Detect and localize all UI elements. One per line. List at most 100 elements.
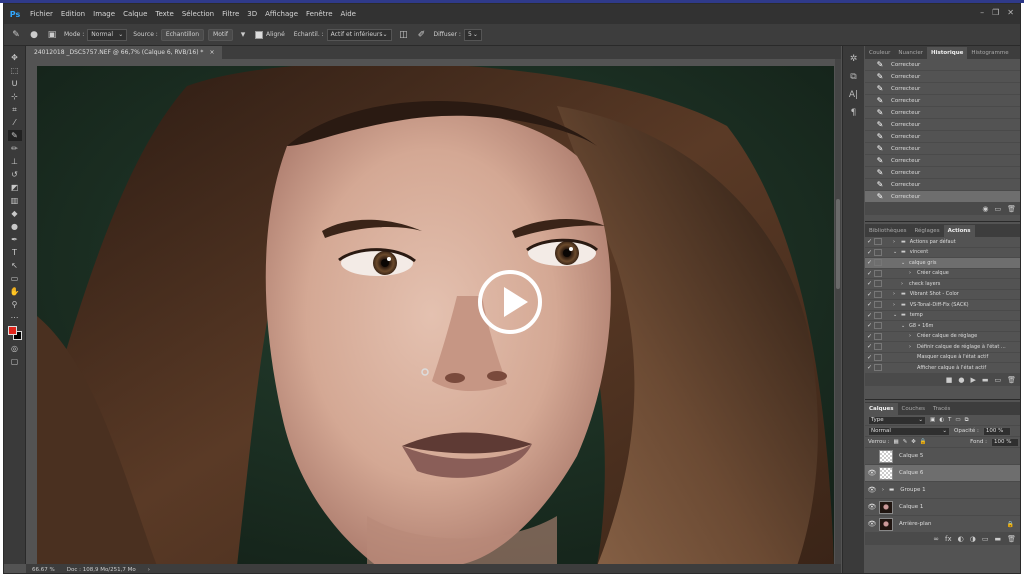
ignore-adjustment-icon[interactable]: ◫: [398, 29, 410, 41]
action-dialog-toggle[interactable]: [874, 280, 882, 288]
tab-bibliotheques[interactable]: Bibliothèques: [865, 225, 910, 237]
more-tools-icon[interactable]: ⋯: [8, 312, 22, 323]
new-group-icon[interactable]: ▭: [982, 535, 989, 543]
action-item[interactable]: ✓ › ▬ VS-Tonal-Diff-Fix (SACK): [865, 300, 1020, 311]
brush-tool-icon[interactable]: ✏: [8, 143, 22, 154]
gradient-tool-icon[interactable]: ▥: [8, 195, 22, 206]
action-enabled-check-icon[interactable]: ✓: [865, 238, 874, 245]
close-tab-icon[interactable]: ×: [209, 49, 214, 56]
tab-nuancier[interactable]: Nuancier: [894, 47, 927, 59]
history-entry[interactable]: ✎ Correcteur: [865, 71, 1020, 83]
action-item[interactable]: ✓ ⌄ ▬ vincent: [865, 248, 1020, 258]
tab-couleur[interactable]: Couleur: [865, 47, 894, 59]
shape-tool-icon[interactable]: ▭: [8, 273, 22, 284]
screen-mode-icon[interactable]: ▢: [8, 356, 22, 367]
action-enabled-check-icon[interactable]: ✓: [865, 354, 874, 361]
restore-icon[interactable]: ❐: [992, 8, 999, 17]
action-enabled-check-icon[interactable]: ✓: [865, 270, 874, 277]
character-panel-icon[interactable]: A|: [849, 90, 858, 100]
menu-calque[interactable]: Calque: [123, 10, 147, 18]
action-item[interactable]: ✓ › ▬ Actions par défaut: [865, 237, 1020, 248]
layer-filter-select[interactable]: Type ⌄: [868, 415, 926, 425]
chevron-right-icon[interactable]: ›: [909, 344, 917, 350]
filter-pixel-icon[interactable]: ▣: [930, 417, 935, 423]
zoom-tool-icon[interactable]: ⚲: [8, 299, 22, 310]
action-enabled-check-icon[interactable]: ✓: [865, 291, 874, 298]
menu-texte[interactable]: Texte: [155, 10, 173, 18]
action-enabled-check-icon[interactable]: ✓: [865, 280, 874, 287]
new-document-icon[interactable]: ▭: [994, 205, 1001, 213]
action-dialog-toggle[interactable]: [874, 364, 882, 372]
menu-affichage[interactable]: Affichage: [265, 10, 298, 18]
action-dialog-toggle[interactable]: [874, 269, 882, 277]
new-action-icon[interactable]: ▭: [994, 376, 1001, 384]
record-icon[interactable]: ●: [958, 376, 964, 384]
scrollbar-thumb[interactable]: [836, 199, 840, 289]
tab-couches[interactable]: Couches: [898, 403, 929, 415]
tab-reglages[interactable]: Réglages: [910, 225, 943, 237]
delete-icon[interactable]: 🗑: [1007, 205, 1016, 213]
visibility-eye-icon[interactable]: 👁: [865, 486, 879, 494]
path-select-tool-icon[interactable]: ↖: [8, 260, 22, 271]
chevron-right-icon[interactable]: ›: [893, 239, 901, 245]
action-item[interactable]: ✓ Masquer calque à l'état actif: [865, 353, 1020, 363]
history-entry[interactable]: ✎ Correcteur: [865, 83, 1020, 95]
action-enabled-check-icon[interactable]: ✓: [865, 322, 874, 329]
lock-transparent-icon[interactable]: ▦: [893, 439, 898, 445]
menu-image[interactable]: Image: [93, 10, 115, 18]
quick-select-tool-icon[interactable]: ⊹: [8, 91, 22, 102]
filter-shape-icon[interactable]: ▭: [955, 417, 960, 423]
type-tool-icon[interactable]: T: [8, 247, 22, 258]
history-entry[interactable]: ✎ Correcteur: [865, 119, 1020, 131]
tab-calques[interactable]: Calques: [865, 403, 898, 415]
history-entry[interactable]: ✎ Correcteur: [865, 107, 1020, 119]
visibility-eye-icon[interactable]: 👁: [865, 469, 879, 477]
diffuse-select[interactable]: 5 ⌄: [463, 28, 482, 41]
new-snapshot-icon[interactable]: ◉: [982, 205, 988, 213]
action-enabled-check-icon[interactable]: ✓: [865, 312, 874, 319]
status-arrow-icon[interactable]: ›: [148, 567, 150, 573]
action-item[interactable]: ✓ ⌄ ▬ temp: [865, 311, 1020, 321]
action-dialog-toggle[interactable]: [874, 248, 882, 256]
visibility-eye-icon[interactable]: 👁: [865, 503, 879, 511]
menu-selection[interactable]: Sélection: [182, 10, 214, 18]
tab-actions[interactable]: Actions: [943, 225, 975, 237]
filter-smart-icon[interactable]: ⧉: [965, 417, 969, 424]
action-enabled-check-icon[interactable]: ✓: [865, 259, 874, 266]
healing-brush-icon[interactable]: ✎: [10, 29, 22, 41]
brush-settings-icon[interactable]: ✲: [850, 54, 858, 64]
action-dialog-toggle[interactable]: [874, 353, 882, 361]
chevron-right-icon[interactable]: ›: [909, 333, 917, 339]
action-dialog-toggle[interactable]: [874, 311, 882, 319]
action-enabled-check-icon[interactable]: ✓: [865, 343, 874, 350]
menu-fichier[interactable]: Fichier: [30, 10, 53, 18]
pattern-picker-icon[interactable]: ▾: [237, 29, 249, 41]
foreground-color-swatch[interactable]: [7, 326, 17, 335]
sample-select[interactable]: Actif et inférieurs ⌄: [326, 28, 392, 41]
filter-adjust-icon[interactable]: ◐: [939, 417, 944, 423]
action-item[interactable]: ✓ › ▬ Vibrant Shot - Color: [865, 290, 1020, 300]
action-item[interactable]: ✓ › Créer calque: [865, 269, 1020, 279]
layer-row[interactable]: 👁 Arrière-plan 🔒: [865, 516, 1020, 533]
layer-row[interactable]: 👁 Calque 6: [865, 465, 1020, 482]
adjustment-layer-icon[interactable]: ◑: [970, 535, 976, 543]
zoom-level[interactable]: 66.67 %: [32, 567, 55, 573]
menu-fenetre[interactable]: Fenêtre: [306, 10, 332, 18]
new-layer-icon[interactable]: ▬: [994, 535, 1001, 543]
sample-source-button[interactable]: Echantillon: [160, 28, 205, 41]
action-item[interactable]: ✓ › check layers: [865, 279, 1020, 290]
video-play-button[interactable]: [478, 270, 542, 334]
action-item[interactable]: ✓ › Créer calque de réglage: [865, 332, 1020, 342]
action-dialog-toggle[interactable]: [874, 259, 882, 267]
close-icon[interactable]: ✕: [1007, 8, 1014, 17]
chevron-down-icon[interactable]: ⌄: [893, 249, 901, 255]
chevron-right-icon[interactable]: ›: [901, 281, 909, 287]
action-dialog-toggle[interactable]: [874, 238, 882, 246]
aligned-checkbox[interactable]: [255, 30, 264, 39]
lock-pixels-icon[interactable]: ✎: [903, 439, 908, 445]
history-entry[interactable]: ✎ Correcteur: [865, 155, 1020, 167]
mode-select[interactable]: Normal ⌄: [87, 28, 128, 41]
menu-aide[interactable]: Aide: [341, 10, 356, 18]
action-dialog-toggle[interactable]: [874, 301, 882, 309]
action-dialog-toggle[interactable]: [874, 343, 882, 351]
